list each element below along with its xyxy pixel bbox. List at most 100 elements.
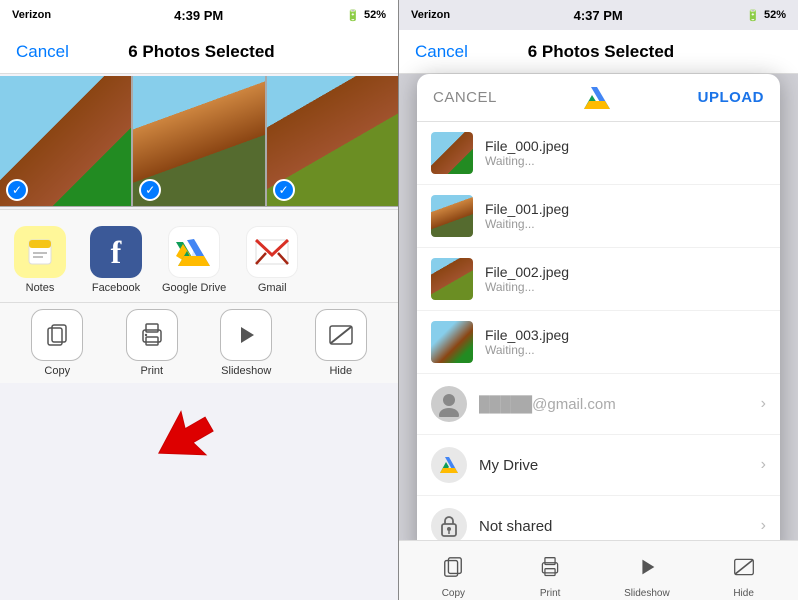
- app-item-googledrive[interactable]: Google Drive: [162, 226, 226, 294]
- file-thumb-2: [431, 258, 473, 300]
- copy-icon: [31, 309, 83, 361]
- file-info-1: File_001.jpeg Waiting...: [485, 201, 766, 231]
- file-thumb-1: [431, 195, 473, 237]
- bottom-bar-right: Copy Print Slideshow: [399, 540, 798, 600]
- nav-bar-right: Cancel 6 Photos Selected: [399, 30, 798, 74]
- action-row: Copy Print: [0, 302, 398, 383]
- check-badge-3: ✓: [273, 179, 295, 201]
- file-status-1: Waiting...: [485, 217, 766, 231]
- app-row: Notes f Facebook: [0, 220, 398, 300]
- print-icon: [126, 309, 178, 361]
- bottom-slideshow-label: Slideshow: [624, 588, 670, 599]
- bottom-print[interactable]: Print: [506, 549, 595, 599]
- location-mydrive[interactable]: My Drive ›: [417, 435, 780, 496]
- file-info-2: File_002.jpeg Waiting...: [485, 264, 766, 294]
- copy-label: Copy: [44, 365, 70, 377]
- carrier-right: Verizon: [411, 9, 450, 21]
- gmail-label: Gmail: [258, 282, 287, 294]
- slideshow-icon: [220, 309, 272, 361]
- mydrive-chevron: ›: [761, 456, 766, 474]
- photo-grid: ✓ ✓ ✓: [0, 76, 398, 207]
- action-slideshow[interactable]: Slideshow: [199, 309, 294, 377]
- mydrive-icon: [431, 447, 467, 483]
- bottom-hide[interactable]: Hide: [699, 549, 788, 599]
- account-label: █████@gmail.com: [479, 396, 749, 413]
- share-sheet: Notes f Facebook: [0, 209, 398, 383]
- gdrive-icon: [168, 226, 220, 278]
- title-right: 6 Photos Selected: [528, 42, 674, 62]
- photo-cell-3[interactable]: ✓: [267, 76, 398, 207]
- bottom-copy-label: Copy: [442, 588, 465, 599]
- modal-upload-button[interactable]: UPLOAD: [698, 89, 764, 106]
- left-phone: Verizon 4:39 PM 🔋 52% Cancel 6 Photos Se…: [0, 0, 399, 600]
- bottom-print-label: Print: [540, 588, 561, 599]
- action-print[interactable]: Print: [105, 309, 200, 377]
- notes-label: Notes: [26, 282, 55, 294]
- notes-icon: [14, 226, 66, 278]
- photo-cell-2[interactable]: ✓: [133, 76, 264, 207]
- file-status-2: Waiting...: [485, 280, 766, 294]
- location-account[interactable]: █████@gmail.com ›: [417, 374, 780, 435]
- file-item-2: File_002.jpeg Waiting...: [417, 248, 780, 311]
- bottom-copy[interactable]: Copy: [409, 549, 498, 599]
- file-thumb-3: [431, 321, 473, 363]
- time-left: 4:39 PM: [174, 8, 223, 23]
- hide-icon: [315, 309, 367, 361]
- modal-cancel-button[interactable]: CANCEL: [433, 89, 497, 106]
- bottom-slideshow-icon: [629, 549, 665, 585]
- facebook-icon: f: [90, 226, 142, 278]
- bottom-slideshow[interactable]: Slideshow: [603, 549, 692, 599]
- action-hide[interactable]: Hide: [294, 309, 389, 377]
- file-name-3: File_003.jpeg: [485, 327, 766, 343]
- battery-left: 🔋 52%: [346, 9, 386, 22]
- file-info-0: File_000.jpeg Waiting...: [485, 138, 766, 168]
- print-label: Print: [140, 365, 163, 377]
- notshared-label: Not shared: [479, 518, 749, 535]
- cancel-button-left[interactable]: Cancel: [16, 42, 69, 62]
- location-list: █████@gmail.com › My Drive ›: [417, 374, 780, 556]
- cancel-button-right-nav[interactable]: Cancel: [415, 42, 468, 62]
- upload-modal: CANCEL UPLOAD File_000.jpeg Waiting...: [417, 74, 780, 556]
- battery-right: 🔋 52%: [746, 9, 786, 22]
- file-item-1: File_001.jpeg Waiting...: [417, 185, 780, 248]
- file-info-3: File_003.jpeg Waiting...: [485, 327, 766, 357]
- time-right: 4:37 PM: [574, 8, 623, 23]
- gmail-icon: [246, 226, 298, 278]
- action-copy[interactable]: Copy: [10, 309, 105, 377]
- status-bar-left: Verizon 4:39 PM 🔋 52%: [0, 0, 398, 30]
- status-bar-right: Verizon 4:37 PM 🔋 52%: [399, 0, 798, 30]
- facebook-label: Facebook: [92, 282, 140, 294]
- hide-label: Hide: [329, 365, 352, 377]
- slideshow-label: Slideshow: [221, 365, 271, 377]
- file-item-0: File_000.jpeg Waiting...: [417, 122, 780, 185]
- file-name-1: File_001.jpeg: [485, 201, 766, 217]
- googledrive-label: Google Drive: [162, 282, 226, 294]
- bottom-hide-icon: [726, 549, 762, 585]
- file-name-2: File_002.jpeg: [485, 264, 766, 280]
- photo-cell-1[interactable]: ✓: [0, 76, 131, 207]
- bottom-print-icon: [532, 549, 568, 585]
- app-item-facebook[interactable]: f Facebook: [86, 226, 146, 294]
- bottom-copy-icon: [435, 549, 471, 585]
- file-status-0: Waiting...: [485, 154, 766, 168]
- nav-bar-left: Cancel 6 Photos Selected: [0, 30, 398, 74]
- file-status-3: Waiting...: [485, 343, 766, 357]
- app-item-notes[interactable]: Notes: [10, 226, 70, 294]
- title-left: 6 Photos Selected: [128, 42, 274, 62]
- red-arrow: [135, 397, 231, 493]
- file-item-3: File_003.jpeg Waiting...: [417, 311, 780, 374]
- modal-header: CANCEL UPLOAD: [417, 74, 780, 122]
- file-thumb-0: [431, 132, 473, 174]
- right-phone: Verizon 4:37 PM 🔋 52% Cancel 6 Photos Se…: [399, 0, 798, 600]
- file-list: File_000.jpeg Waiting... File_001.jpeg W…: [417, 122, 780, 374]
- mydrive-label: My Drive: [479, 457, 749, 474]
- account-icon: [431, 386, 467, 422]
- bottom-hide-label: Hide: [733, 588, 754, 599]
- notshared-chevron: ›: [761, 517, 766, 535]
- carrier-left: Verizon: [12, 9, 51, 21]
- notshared-icon: [431, 508, 467, 544]
- app-item-gmail[interactable]: Gmail: [242, 226, 302, 294]
- modal-gdrive-logo: [582, 85, 612, 111]
- account-chevron: ›: [761, 395, 766, 413]
- file-name-0: File_000.jpeg: [485, 138, 766, 154]
